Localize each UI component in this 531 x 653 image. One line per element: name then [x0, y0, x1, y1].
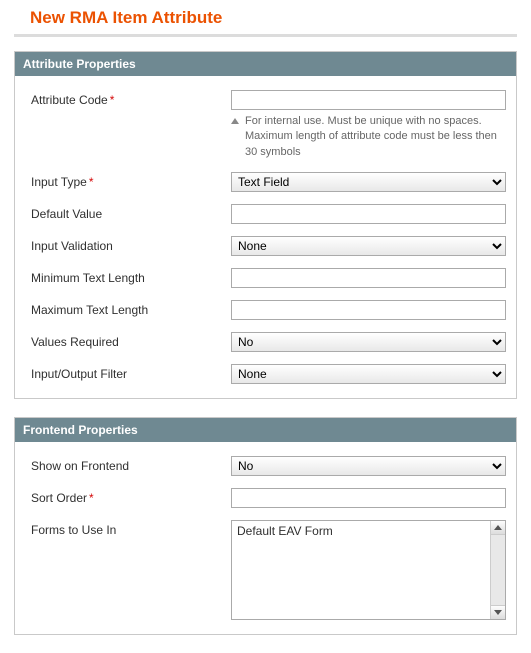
input-max-text-length[interactable]: [231, 300, 506, 320]
chevron-up-icon: [494, 525, 502, 530]
select-input-validation[interactable]: None: [231, 236, 506, 256]
label-sort-order: Sort Order*: [31, 488, 231, 505]
helper-arrow-icon: [231, 118, 239, 124]
chevron-down-icon: [494, 610, 502, 615]
label-max-text-length: Maximum Text Length: [31, 300, 231, 317]
row-values-required: Values Required No: [31, 332, 506, 352]
title-divider: [14, 34, 517, 37]
input-default-value[interactable]: [231, 204, 506, 224]
row-forms-to-use: Forms to Use In Default EAV Form: [31, 520, 506, 620]
label-input-validation: Input Validation: [31, 236, 231, 253]
select-input-type[interactable]: Text Field: [231, 172, 506, 192]
required-star: *: [89, 175, 94, 189]
row-input-validation: Input Validation None: [31, 236, 506, 256]
row-attribute-code: Attribute Code* For internal use. Must b…: [31, 90, 506, 160]
section-header-attr: Attribute Properties: [15, 52, 516, 76]
row-max-text-length: Maximum Text Length: [31, 300, 506, 320]
select-values-required[interactable]: No: [231, 332, 506, 352]
label-io-filter: Input/Output Filter: [31, 364, 231, 381]
required-star: *: [89, 491, 94, 505]
input-attribute-code[interactable]: [231, 90, 506, 110]
section-header-frontend: Frontend Properties: [15, 418, 516, 442]
section-attribute-properties: Attribute Properties Attribute Code* For…: [14, 51, 517, 399]
scroll-down-button[interactable]: [491, 605, 505, 619]
label-min-text-length: Minimum Text Length: [31, 268, 231, 285]
row-input-type: Input Type* Text Field: [31, 172, 506, 192]
row-show-frontend: Show on Frontend No: [31, 456, 506, 476]
input-sort-order[interactable]: [231, 488, 506, 508]
label-forms-to-use: Forms to Use In: [31, 520, 231, 537]
label-attribute-code: Attribute Code*: [31, 90, 231, 107]
listbox-item[interactable]: Default EAV Form: [232, 521, 505, 541]
section-frontend-properties: Frontend Properties Show on Frontend No …: [14, 417, 517, 635]
listbox-scrollbar[interactable]: [490, 521, 505, 619]
row-io-filter: Input/Output Filter None: [31, 364, 506, 384]
row-min-text-length: Minimum Text Length: [31, 268, 506, 288]
page-title: New RMA Item Attribute: [0, 0, 531, 34]
select-io-filter[interactable]: None: [231, 364, 506, 384]
label-default-value: Default Value: [31, 204, 231, 221]
label-values-required: Values Required: [31, 332, 231, 349]
row-default-value: Default Value: [31, 204, 506, 224]
select-show-frontend[interactable]: No: [231, 456, 506, 476]
helper-attribute-code: For internal use. Must be unique with no…: [245, 114, 506, 160]
label-input-type: Input Type*: [31, 172, 231, 189]
input-min-text-length[interactable]: [231, 268, 506, 288]
label-show-frontend: Show on Frontend: [31, 456, 231, 473]
required-star: *: [110, 93, 115, 107]
row-sort-order: Sort Order*: [31, 488, 506, 508]
listbox-forms[interactable]: Default EAV Form: [231, 520, 506, 620]
scroll-up-button[interactable]: [491, 521, 505, 535]
